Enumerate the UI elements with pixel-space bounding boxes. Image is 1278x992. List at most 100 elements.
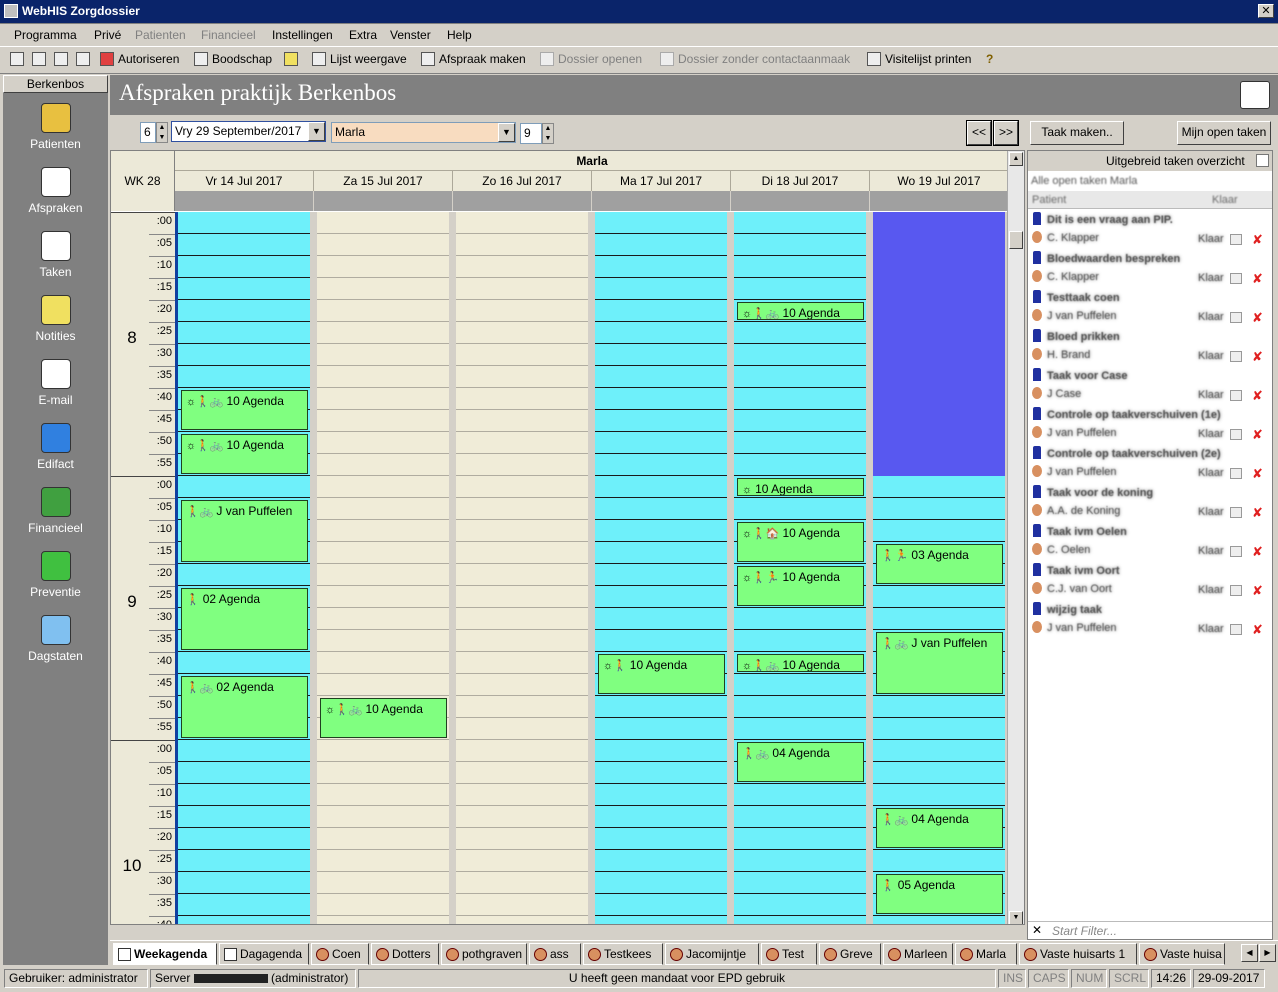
task-detail-row[interactable]: J van Puffelen Klaar ✘ <box>1028 309 1272 328</box>
time-slot[interactable] <box>456 542 588 564</box>
appointment[interactable]: 🚶 02 Agenda <box>181 588 308 650</box>
time-slot[interactable] <box>595 300 727 322</box>
time-slot[interactable] <box>456 564 588 586</box>
time-slot[interactable] <box>734 212 866 234</box>
date-select[interactable]: Vry 29 September/2017 <box>171 121 326 142</box>
tabs-right-icon[interactable]: ▶ <box>1259 944 1276 962</box>
extended-overview-checkbox[interactable] <box>1256 154 1269 167</box>
time-slot[interactable] <box>317 784 449 806</box>
appointment[interactable]: ☼🚶🏃 10 Agenda <box>737 566 864 606</box>
time-slot[interactable] <box>595 608 727 630</box>
time-slot[interactable] <box>595 476 727 498</box>
time-slot[interactable] <box>317 388 449 410</box>
time-slot[interactable] <box>317 828 449 850</box>
filter-input[interactable]: Start Filter... <box>1052 924 1117 938</box>
col-patient[interactable]: Patient <box>1032 194 1066 206</box>
task-ready-checkbox[interactable] <box>1230 351 1242 362</box>
time-slot[interactable] <box>456 740 588 762</box>
time-slot[interactable] <box>178 872 310 894</box>
scroll-thumb[interactable] <box>1009 231 1023 249</box>
menu-patienten[interactable]: Patienten <box>135 28 186 42</box>
task-detail-row[interactable]: J van Puffelen Klaar ✘ <box>1028 621 1272 640</box>
time-slot[interactable] <box>734 894 866 916</box>
task-title-row[interactable]: Taak voor Case <box>1028 368 1272 387</box>
time-slot[interactable] <box>178 234 310 256</box>
delete-task-icon[interactable]: ✘ <box>1252 544 1263 560</box>
task-ready-checkbox[interactable] <box>1230 468 1242 479</box>
close-button[interactable]: ✕ <box>1258 4 1274 18</box>
appointment[interactable]: 🚶🏃 03 Agenda <box>876 544 1003 584</box>
tab-jacomijntje[interactable]: Jacomijntje <box>665 943 759 965</box>
time-slot[interactable] <box>456 498 588 520</box>
delete-task-icon[interactable]: ✘ <box>1252 232 1263 248</box>
time-slot[interactable] <box>317 850 449 872</box>
time-slot[interactable] <box>456 850 588 872</box>
day-header[interactable]: Di 18 Jul 2017 <box>731 171 870 191</box>
day-header[interactable]: Wo 19 Jul 2017 <box>870 171 1009 191</box>
sidebar-item-patienten[interactable]: Patienten <box>3 97 108 161</box>
delete-task-icon[interactable]: ✘ <box>1252 622 1263 638</box>
time-slot[interactable] <box>317 454 449 476</box>
time-slot[interactable] <box>317 234 449 256</box>
time-slot[interactable] <box>317 630 449 652</box>
time-slot[interactable] <box>456 344 588 366</box>
tab-vastehuisarts1[interactable]: Vaste huisarts 1 <box>1019 943 1137 965</box>
time-slot[interactable] <box>456 630 588 652</box>
tab-test[interactable]: Test <box>761 943 817 965</box>
tab-greve[interactable]: Greve <box>819 943 881 965</box>
time-slot[interactable] <box>595 762 727 784</box>
task-title-row[interactable]: wijzig taak <box>1028 602 1272 621</box>
task-ready-checkbox[interactable] <box>1230 429 1242 440</box>
task-title-row[interactable]: Taak voor de koning <box>1028 485 1272 504</box>
time-slot[interactable] <box>734 344 866 366</box>
tab-dotters[interactable]: Dotters <box>371 943 439 965</box>
time-slot[interactable] <box>178 300 310 322</box>
delete-task-icon[interactable]: ✘ <box>1252 388 1263 404</box>
task-ready-checkbox[interactable] <box>1230 507 1242 518</box>
time-slot[interactable] <box>456 806 588 828</box>
time-slot[interactable] <box>317 674 449 696</box>
sidebar-item-email[interactable]: E-mail <box>3 353 108 417</box>
time-slot[interactable] <box>317 608 449 630</box>
task-title-row[interactable]: Bloedwaarden bespreken <box>1028 251 1272 270</box>
time-slot[interactable] <box>178 476 310 498</box>
task-ready-checkbox[interactable] <box>1230 273 1242 284</box>
sidebar-item-edifact[interactable]: Edifact <box>3 417 108 481</box>
time-slot[interactable] <box>178 344 310 366</box>
time-slot[interactable] <box>595 828 727 850</box>
time-slot[interactable] <box>456 828 588 850</box>
my-open-tasks-button[interactable]: Mijn open taken <box>1177 121 1271 145</box>
menu-prive[interactable]: Privé <box>94 28 121 42</box>
tab-dagagenda[interactable]: Dagagenda <box>219 943 309 965</box>
calendar-scrollbar[interactable]: ▲ ▼ <box>1007 151 1024 924</box>
hours-input[interactable]: 9 <box>520 123 542 144</box>
time-slot[interactable] <box>595 234 727 256</box>
task-detail-row[interactable]: J Case Klaar ✘ <box>1028 387 1272 406</box>
time-slot[interactable] <box>734 916 866 924</box>
time-slot[interactable] <box>178 806 310 828</box>
appointment[interactable]: ☼🚶🚲 10 Agenda <box>181 390 308 430</box>
practitioner-dropdown-button[interactable]: ▼ <box>498 123 515 142</box>
time-slot[interactable] <box>456 432 588 454</box>
time-slot[interactable] <box>734 388 866 410</box>
time-slot[interactable] <box>734 806 866 828</box>
delete-task-icon[interactable]: ✘ <box>1252 505 1263 521</box>
time-slot[interactable] <box>178 762 310 784</box>
time-slot[interactable] <box>456 916 588 924</box>
time-slot[interactable] <box>456 366 588 388</box>
time-slot[interactable] <box>456 322 588 344</box>
time-slot[interactable] <box>734 608 866 630</box>
time-slot[interactable] <box>595 278 727 300</box>
day-column[interactable] <box>453 212 592 924</box>
sidebar-item-dagstaten[interactable]: Dagstaten <box>3 609 108 673</box>
time-slot[interactable] <box>595 432 727 454</box>
time-slot[interactable] <box>317 212 449 234</box>
appointment[interactable]: ☼ 10 Agenda <box>737 478 864 496</box>
time-slot[interactable] <box>873 476 1005 498</box>
task-detail-row[interactable]: C. Oelen Klaar ✘ <box>1028 543 1272 562</box>
time-slot[interactable] <box>734 828 866 850</box>
time-slot[interactable] <box>456 300 588 322</box>
time-slot[interactable] <box>873 586 1005 608</box>
task-title-row[interactable]: Testtaak coen <box>1028 290 1272 309</box>
time-slot[interactable] <box>456 212 588 234</box>
